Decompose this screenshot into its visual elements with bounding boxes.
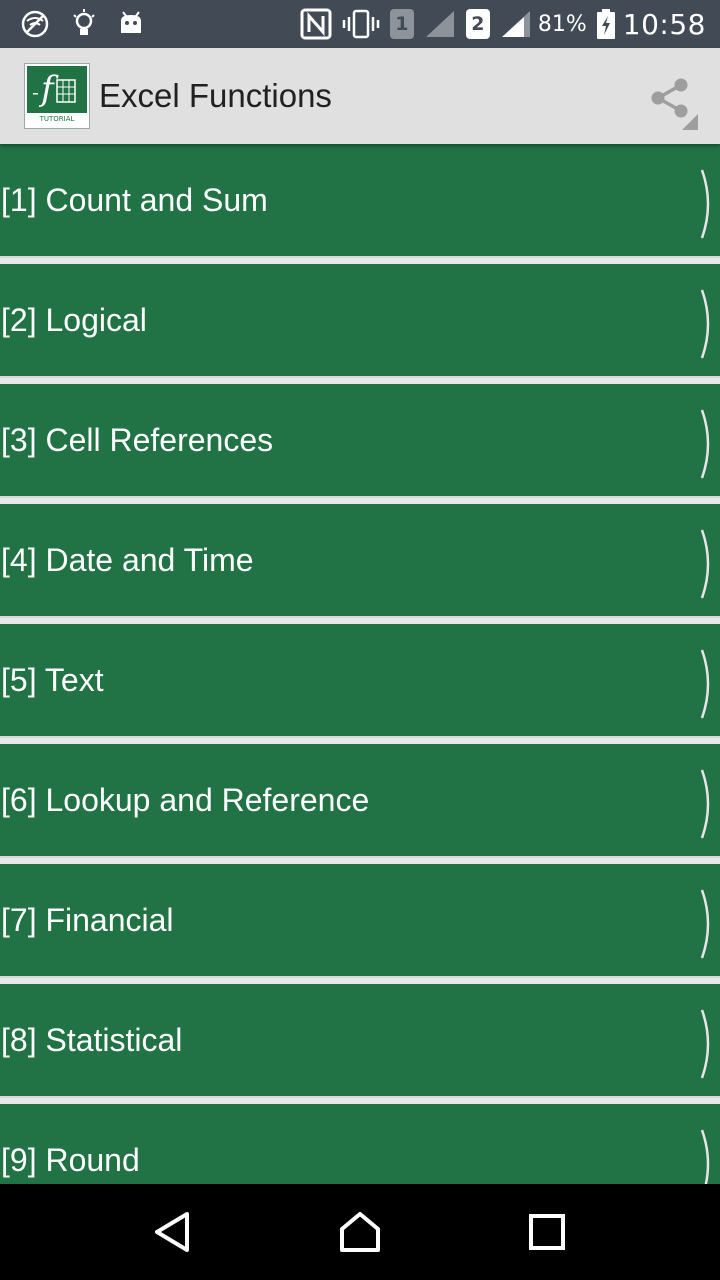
list-item[interactable]: [7] Financial	[0, 864, 720, 978]
logo-caption: TUTORIAL	[27, 113, 87, 126]
function-list: [1] Count and Sum [2] Logical [3] Cell R…	[0, 144, 720, 1184]
status-right: 1 2 81% 10:58	[290, 8, 706, 41]
list-item-label: [7] Financial	[1, 901, 174, 938]
list-item[interactable]: [6] Lookup and Reference	[0, 744, 720, 858]
chevron-right-icon	[700, 409, 710, 479]
battery-charging-icon	[596, 9, 615, 39]
list-item-label: [5] Text	[1, 661, 104, 698]
sim2-badge: 2	[465, 9, 490, 39]
svg-text:f: f	[38, 69, 59, 109]
list-item-label: [1] Count and Sum	[1, 181, 268, 218]
chevron-right-icon	[700, 769, 710, 839]
overflow-indicator	[682, 114, 698, 130]
lightbulb-icon	[72, 9, 96, 39]
list-item-label: [3] Cell References	[1, 421, 274, 458]
home-icon	[339, 1212, 380, 1252]
nfc-icon	[300, 8, 332, 40]
recents-icon	[528, 1214, 565, 1250]
chevron-right-icon	[700, 1129, 710, 1184]
recents-button[interactable]	[517, 1202, 577, 1262]
blocked-wifi-icon	[20, 9, 50, 39]
back-button[interactable]	[143, 1202, 203, 1262]
back-icon	[155, 1212, 190, 1252]
list-item[interactable]: [1] Count and Sum	[0, 144, 720, 258]
status-bar: 1 2 81% 10:58	[0, 0, 720, 48]
android-icon	[118, 11, 144, 37]
list-item[interactable]: [9] Round	[0, 1104, 720, 1184]
vibrate-icon	[342, 9, 380, 39]
status-left	[20, 9, 166, 39]
chevron-right-icon	[700, 889, 710, 959]
chevron-right-icon	[700, 169, 710, 239]
list-item[interactable]: [3] Cell References	[0, 384, 720, 498]
list-item[interactable]: [8] Statistical	[0, 984, 720, 1098]
clock: 10:58	[622, 7, 706, 41]
chevron-right-icon	[700, 649, 710, 719]
chevron-right-icon	[700, 1009, 710, 1079]
chevron-right-icon	[700, 529, 710, 599]
list-item-label: [9] Round	[1, 1141, 140, 1178]
list-item-label: [2] Logical	[1, 301, 147, 338]
list-item-label: [6] Lookup and Reference	[1, 781, 370, 818]
sim1-badge: 1	[389, 9, 414, 39]
app-logo-icon: f TUTORIAL	[24, 63, 90, 129]
list-item-label: [4] Date and Time	[1, 541, 254, 578]
signal-icon	[424, 9, 456, 39]
list-item[interactable]: [4] Date and Time	[0, 504, 720, 618]
list-item[interactable]: [2] Logical	[0, 264, 720, 378]
home-button[interactable]	[330, 1202, 390, 1262]
signal-icon	[500, 9, 532, 39]
list-item-label: [8] Statistical	[1, 1021, 183, 1058]
battery-percentage: 81%	[537, 11, 587, 37]
chevron-right-icon	[700, 289, 710, 359]
navigation-bar	[0, 1184, 720, 1280]
app-bar: f TUTORIAL Excel Functions	[0, 48, 720, 144]
list-item[interactable]: [5] Text	[0, 624, 720, 738]
page-title: Excel Functions	[99, 77, 332, 114]
